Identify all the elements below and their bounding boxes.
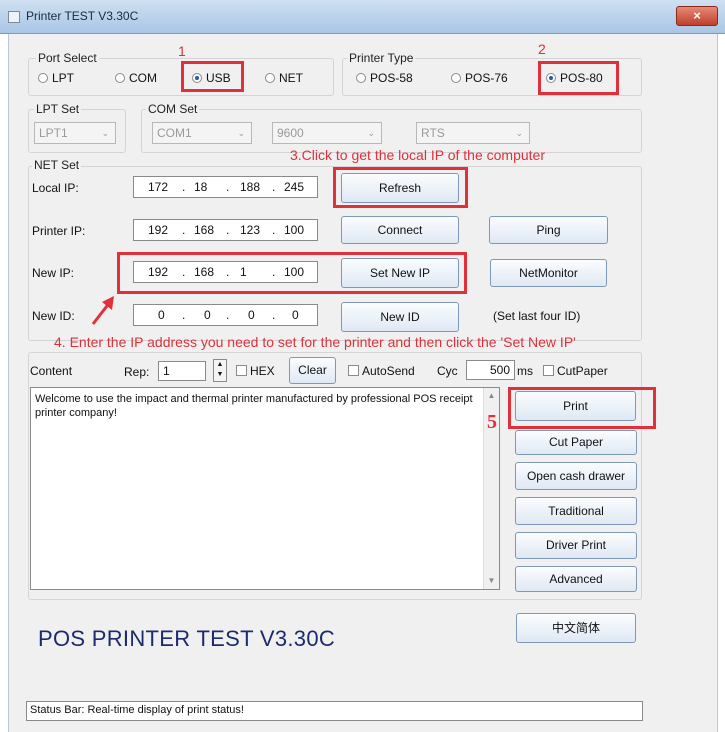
radio-icon [265, 73, 275, 83]
print-highlight-box [508, 387, 656, 429]
local-ip-field[interactable]: 172. 18. 188. 245 [133, 176, 318, 198]
cut-paper-button[interactable]: Cut Paper [515, 430, 637, 455]
chevron-down-icon: ⌄ [237, 128, 245, 138]
annotation-4: 4. Enter the IP address you need to set … [54, 334, 576, 350]
new-id-button[interactable]: New ID [341, 302, 459, 332]
annotation-3: 3.Click to get the local IP of the compu… [290, 147, 545, 163]
annotation-5: 5 [487, 411, 497, 433]
checkbox-icon [348, 365, 359, 376]
window-title: Printer TEST V3.30C [26, 9, 139, 23]
printer-ip-label: Printer IP: [32, 224, 86, 238]
advanced-button[interactable]: Advanced [515, 566, 637, 592]
status-bar: Status Bar: Real-time display of print s… [26, 701, 643, 721]
com-port-dropdown[interactable]: COM1 ⌄ [152, 122, 252, 144]
radio-icon [356, 73, 366, 83]
refresh-highlight-box [333, 167, 468, 208]
checkbox-icon [236, 365, 247, 376]
pos80-highlight-box [538, 61, 619, 95]
printer-ip-field[interactable]: 192. 168. 123. 100 [133, 219, 318, 241]
status-text: Status Bar: Real-time display of print s… [30, 704, 244, 716]
rep-spinner[interactable]: ▲ ▼ [213, 359, 227, 382]
printer-app-icon [8, 11, 20, 23]
radio-icon [115, 73, 125, 83]
annotation-2: 2 [538, 41, 546, 57]
radio-icon [38, 73, 48, 83]
new-ip-label: New IP: [32, 266, 75, 280]
open-cash-drawer-button[interactable]: Open cash drawer [515, 462, 637, 490]
port-radio-net[interactable]: NET [265, 71, 303, 85]
title-bar: Printer TEST V3.30C × [0, 0, 725, 34]
port-radio-com[interactable]: COM [115, 71, 157, 85]
spin-down-icon: ▼ [216, 371, 224, 378]
driver-print-button[interactable]: Driver Print [515, 532, 637, 559]
brand-title: POS PRINTER TEST V3.30C [38, 626, 336, 651]
rep-input[interactable]: 1 [158, 361, 206, 381]
content-textarea[interactable]: Welcome to use the impact and thermal pr… [30, 387, 500, 590]
new-id-field[interactable]: 0. 0. 0. 0 [133, 304, 318, 326]
netmonitor-button[interactable]: NetMonitor [490, 259, 607, 287]
hex-checkbox[interactable]: HEX [236, 364, 275, 378]
printer-radio-pos58[interactable]: POS-58 [356, 71, 413, 85]
ms-label: ms [517, 364, 533, 378]
flow-control-dropdown[interactable]: RTS ⌄ [416, 122, 530, 144]
net-set-label: NET Set [32, 158, 82, 172]
chevron-down-icon: ⌄ [101, 128, 109, 138]
spin-up-icon: ▲ [216, 361, 224, 368]
arrow-icon [91, 296, 114, 325]
lpt-set-label: LPT Set [34, 102, 82, 116]
printer-type-label: Printer Type [347, 51, 416, 65]
lpt-port-dropdown[interactable]: LPT1 ⌄ [34, 122, 116, 144]
rep-label: Rep: [124, 365, 150, 379]
cyc-label: Cyc [437, 364, 458, 378]
content-text: Welcome to use the impact and thermal pr… [35, 393, 473, 419]
ping-button[interactable]: Ping [489, 216, 608, 244]
checkbox-icon [543, 365, 554, 376]
chevron-down-icon: ⌄ [367, 128, 375, 138]
scroll-down-icon: ▼ [487, 576, 496, 585]
port-radio-lpt[interactable]: LPT [38, 71, 74, 85]
new-id-hint: (Set last four ID) [493, 309, 581, 323]
chinese-language-button[interactable]: 中文简体 [516, 613, 636, 643]
annotation-1: 1 [178, 43, 186, 59]
cutpaper-checkbox[interactable]: CutPaper [543, 364, 608, 378]
port-select-label: Port Select [36, 51, 99, 65]
close-button[interactable]: × [676, 6, 718, 26]
autosend-checkbox[interactable]: AutoSend [348, 364, 415, 378]
local-ip-label: Local IP: [32, 181, 79, 195]
chevron-down-icon: ⌄ [515, 128, 523, 138]
com-set-label: COM Set [146, 102, 200, 116]
usb-highlight-box [181, 61, 244, 92]
connect-button[interactable]: Connect [341, 216, 459, 244]
new-ip-highlight-box [117, 252, 467, 294]
baud-rate-dropdown[interactable]: 9600 ⌄ [272, 122, 382, 144]
radio-icon [451, 73, 461, 83]
close-icon: × [693, 8, 701, 23]
printer-radio-pos76[interactable]: POS-76 [451, 71, 508, 85]
cyc-input[interactable]: 500 [466, 360, 515, 380]
traditional-button[interactable]: Traditional [515, 497, 637, 525]
clear-button[interactable]: Clear [289, 357, 336, 384]
content-label: Content [30, 364, 73, 378]
scroll-up-icon: ▲ [487, 391, 496, 400]
new-id-label: New ID: [32, 309, 75, 323]
